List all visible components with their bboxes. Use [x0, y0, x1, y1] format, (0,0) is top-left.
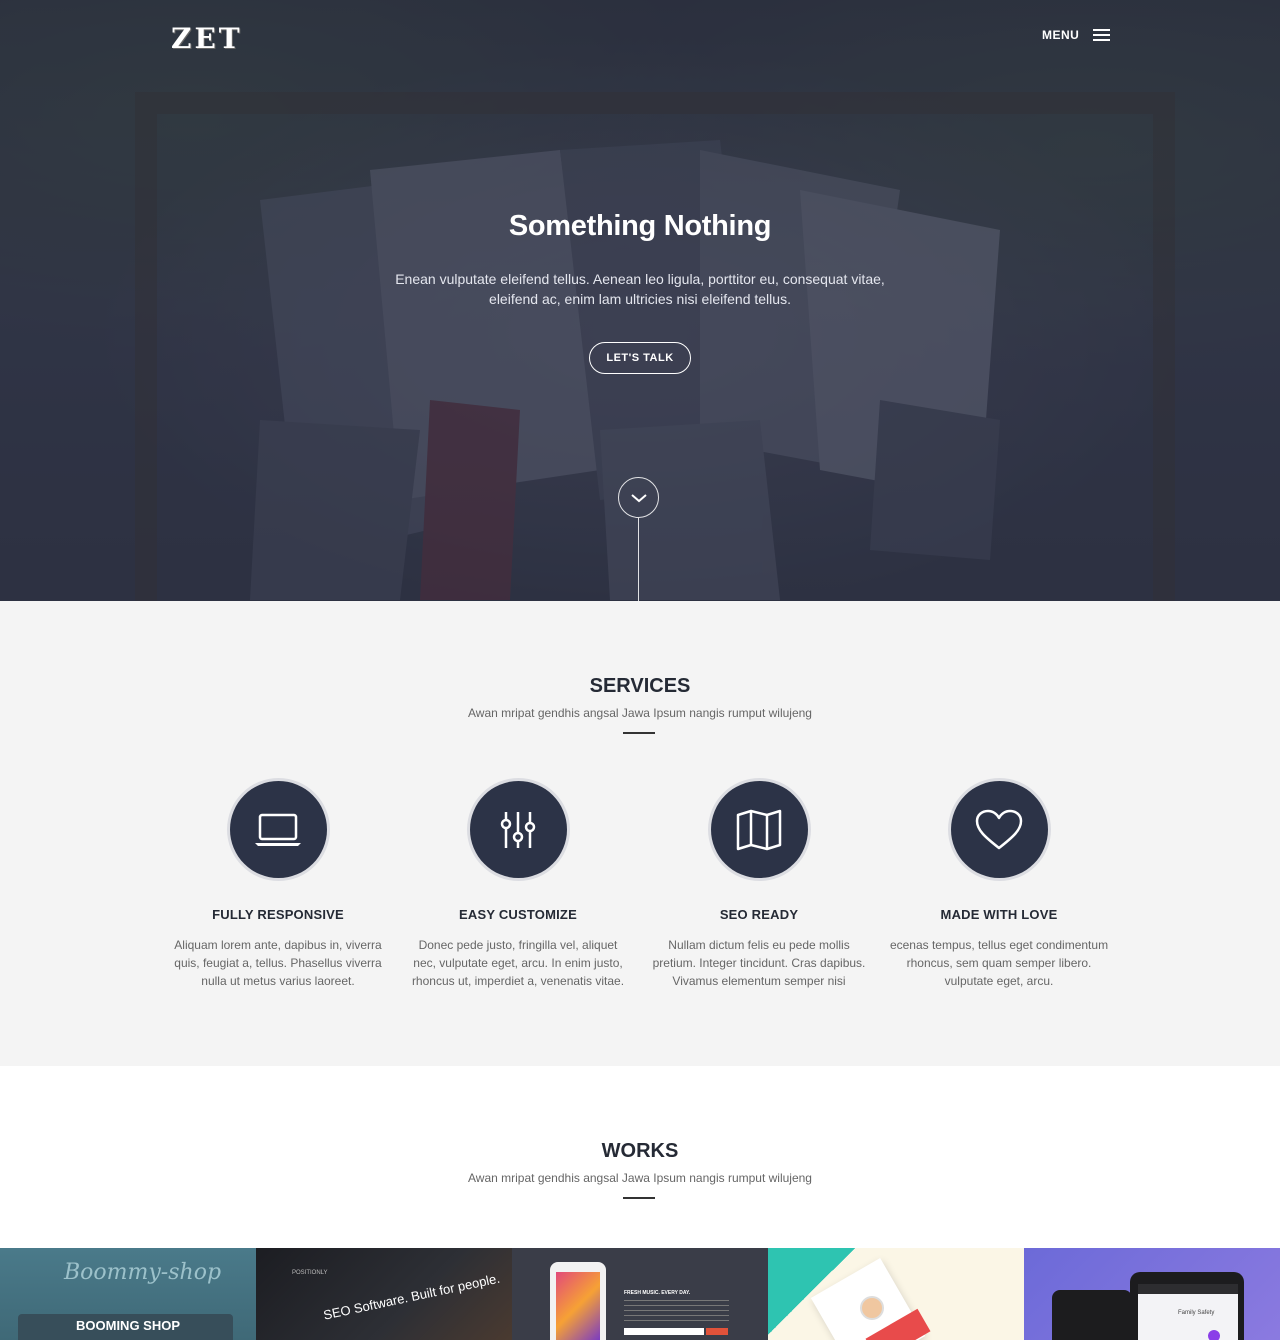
menu-button[interactable]: MENU [1042, 28, 1111, 42]
text-lines [624, 1300, 729, 1324]
avatar [860, 1296, 884, 1320]
laptop-icon [255, 813, 301, 846]
service-title: MADE WITH LOVE [940, 907, 1058, 922]
hero-content: Something Nothing Enean vulputate eleife… [0, 210, 1280, 374]
service-text: Donec pede justo, fringilla vel, aliquet… [411, 938, 625, 988]
service-icon-circle [229, 781, 327, 878]
works-subtitle: Awan mripat gendhis angsal Jawa Ipsum na… [468, 1171, 812, 1185]
service-text: Nullam dictum felis eu pede mollis preti… [652, 938, 866, 988]
sliders-icon [500, 811, 536, 848]
hamburger-icon [1093, 29, 1111, 41]
services-divider [623, 732, 655, 734]
work-brand: POSITIONLY [292, 1270, 328, 1276]
hero-section: ZET MENU Something Nothing Enean vulputa… [0, 0, 1280, 601]
heart-icon [975, 809, 1023, 849]
email-field-mockup [624, 1328, 704, 1335]
phone-screen [556, 1272, 600, 1340]
service-icon-circle [950, 781, 1048, 878]
work-item-profile-card[interactable] [768, 1248, 1024, 1340]
phone-status-bar [1138, 1284, 1238, 1294]
service-item: FULLY RESPONSIVE Aliquam lorem ante, dap… [158, 781, 398, 990]
works-divider [623, 1197, 655, 1199]
work-headline: SEO Software. Built for people. [322, 1270, 502, 1323]
works-section: WORKS Awan mripat gendhis angsal Jawa Ip… [0, 1066, 1280, 1340]
service-title: FULLY RESPONSIVE [212, 907, 344, 922]
service-item: EASY CUSTOMIZE Donec pede justo, fringil… [398, 781, 638, 990]
service-icon-circle [710, 781, 808, 878]
work-item-positionly[interactable]: POSITIONLY SEO Software. Built for peopl… [256, 1248, 512, 1340]
logo[interactable]: ZET [171, 22, 243, 55]
hero-text: Enean vulputate eleifend tellus. Aenean … [395, 271, 885, 307]
scroll-line [638, 518, 639, 601]
chevron-down-icon [630, 493, 647, 502]
work-item-family-safety[interactable]: Family Safety [1024, 1248, 1280, 1340]
work-item-music-app[interactable]: FRESH MUSIC. EVERY DAY. [512, 1248, 768, 1340]
services-section: SERVICES Awan mripat gendhis angsal Jawa… [0, 601, 1280, 1066]
hero-title: Something Nothing [508, 210, 772, 242]
works-title: WORKS [601, 1140, 679, 1162]
service-text: Aliquam lorem ante, dapibus in, viverra … [174, 938, 382, 988]
work-item-booming-shop[interactable]: Boommy-shop BOOMING SHOP [0, 1248, 256, 1340]
work-label: BOOMING SHOP [76, 1318, 181, 1333]
services-subtitle: Awan mripat gendhis angsal Jawa Ipsum na… [468, 706, 812, 720]
work-script-logo: Boommy-shop [64, 1260, 222, 1285]
signup-button-mockup [706, 1328, 728, 1335]
services-title: SERVICES [589, 675, 691, 697]
work-tagline: FRESH MUSIC. EVERY DAY. [624, 1290, 691, 1296]
work-label: Family Safety [1178, 1310, 1215, 1316]
top-nav: ZET MENU [0, 18, 1280, 58]
toggle-dot [1208, 1330, 1220, 1340]
service-item: MADE WITH LOVE ecenas tempus, tellus ege… [879, 781, 1119, 990]
lets-talk-button[interactable]: LET'S TALK [589, 342, 691, 374]
phone-mockup [1052, 1290, 1132, 1340]
service-text: ecenas tempus, tellus eget condimentum r… [889, 938, 1109, 988]
service-icon-circle [469, 781, 567, 878]
menu-label: MENU [1042, 28, 1080, 42]
works-grid: Boommy-shop BOOMING SHOP POSITIONLY SEO … [0, 1248, 1280, 1340]
service-title: EASY CUSTOMIZE [459, 907, 577, 922]
scroll-down-button[interactable] [618, 477, 659, 518]
service-title: SEO READY [719, 907, 799, 922]
map-icon [736, 809, 782, 850]
service-item: SEO READY Nullam dictum felis eu pede mo… [639, 781, 879, 990]
